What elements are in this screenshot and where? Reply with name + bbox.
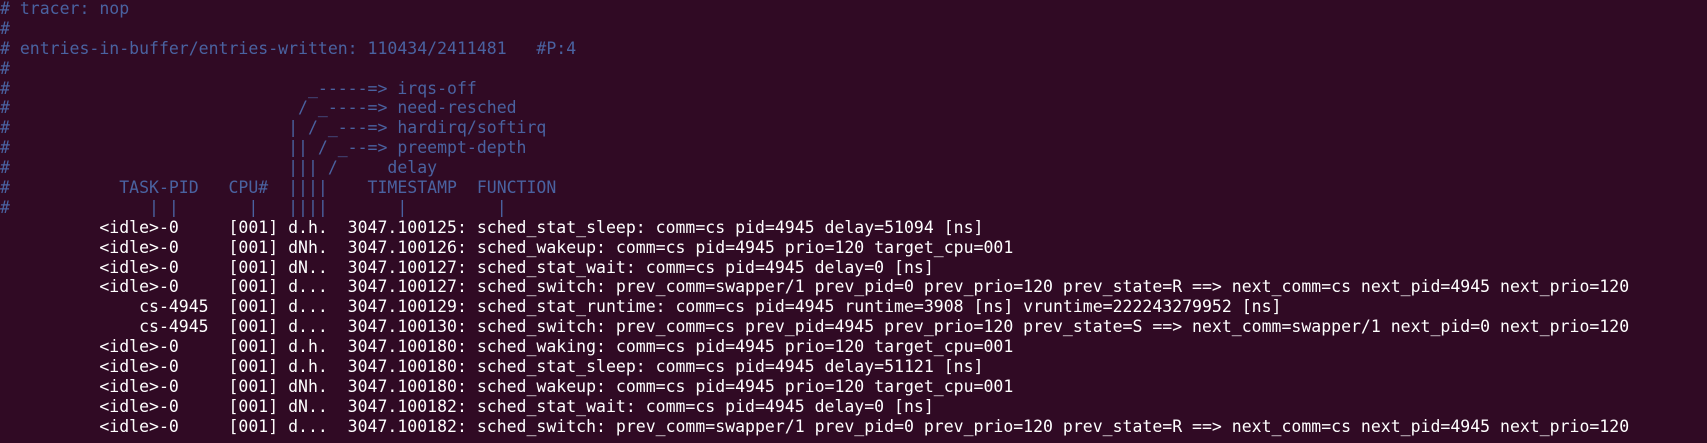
trace-entry: <idle>-0 [001] dN.. 3047.100182: sched_s… [0,396,934,416]
trace-column-markers: # | | | |||| | | [0,197,507,217]
trace-entry: cs-4945 [001] d... 3047.100129: sched_st… [0,297,1282,317]
trace-column-headers: # TASK-PID CPU# |||| TIMESTAMP FUNCTION [0,178,557,198]
terminal-window[interactable]: # tracer: nop # # entries-in-buffer/entr… [0,0,1707,443]
trace-entry: <idle>-0 [001] d.h. 3047.100125: sched_s… [0,217,984,237]
trace-header-line: # ||| / delay [0,158,438,178]
trace-entry: <idle>-0 [001] d... 3047.100127: sched_s… [0,277,1630,297]
trace-entry: <idle>-0 [001] dNh. 3047.100126: sched_w… [0,237,1014,257]
trace-entry: <idle>-0 [001] d.h. 3047.100180: sched_w… [0,337,1014,357]
trace-header-line: # | / _---=> hardirq/softirq [0,118,547,138]
trace-header-line: # tracer: nop [0,0,130,18]
terminal-output: # tracer: nop # # entries-in-buffer/entr… [0,0,1629,437]
trace-entry: <idle>-0 [001] dNh. 3047.100180: sched_w… [0,376,1014,396]
trace-header-line: # [0,58,10,78]
trace-header-line: # _-----=> irqs-off [0,78,477,98]
trace-entry: <idle>-0 [001] d.h. 3047.100180: sched_s… [0,357,984,377]
trace-entry: <idle>-0 [001] d... 3047.100182: sched_s… [0,416,1630,436]
trace-header-line: # [0,18,10,38]
trace-header-line: # / _----=> need-resched [0,98,517,118]
trace-header-line: # entries-in-buffer/entries-written: 110… [0,38,577,58]
trace-entry: <idle>-0 [001] dN.. 3047.100127: sched_s… [0,257,934,277]
trace-header-line: # || / _--=> preempt-depth [0,138,527,158]
trace-entry: cs-4945 [001] d... 3047.100130: sched_sw… [0,317,1630,337]
